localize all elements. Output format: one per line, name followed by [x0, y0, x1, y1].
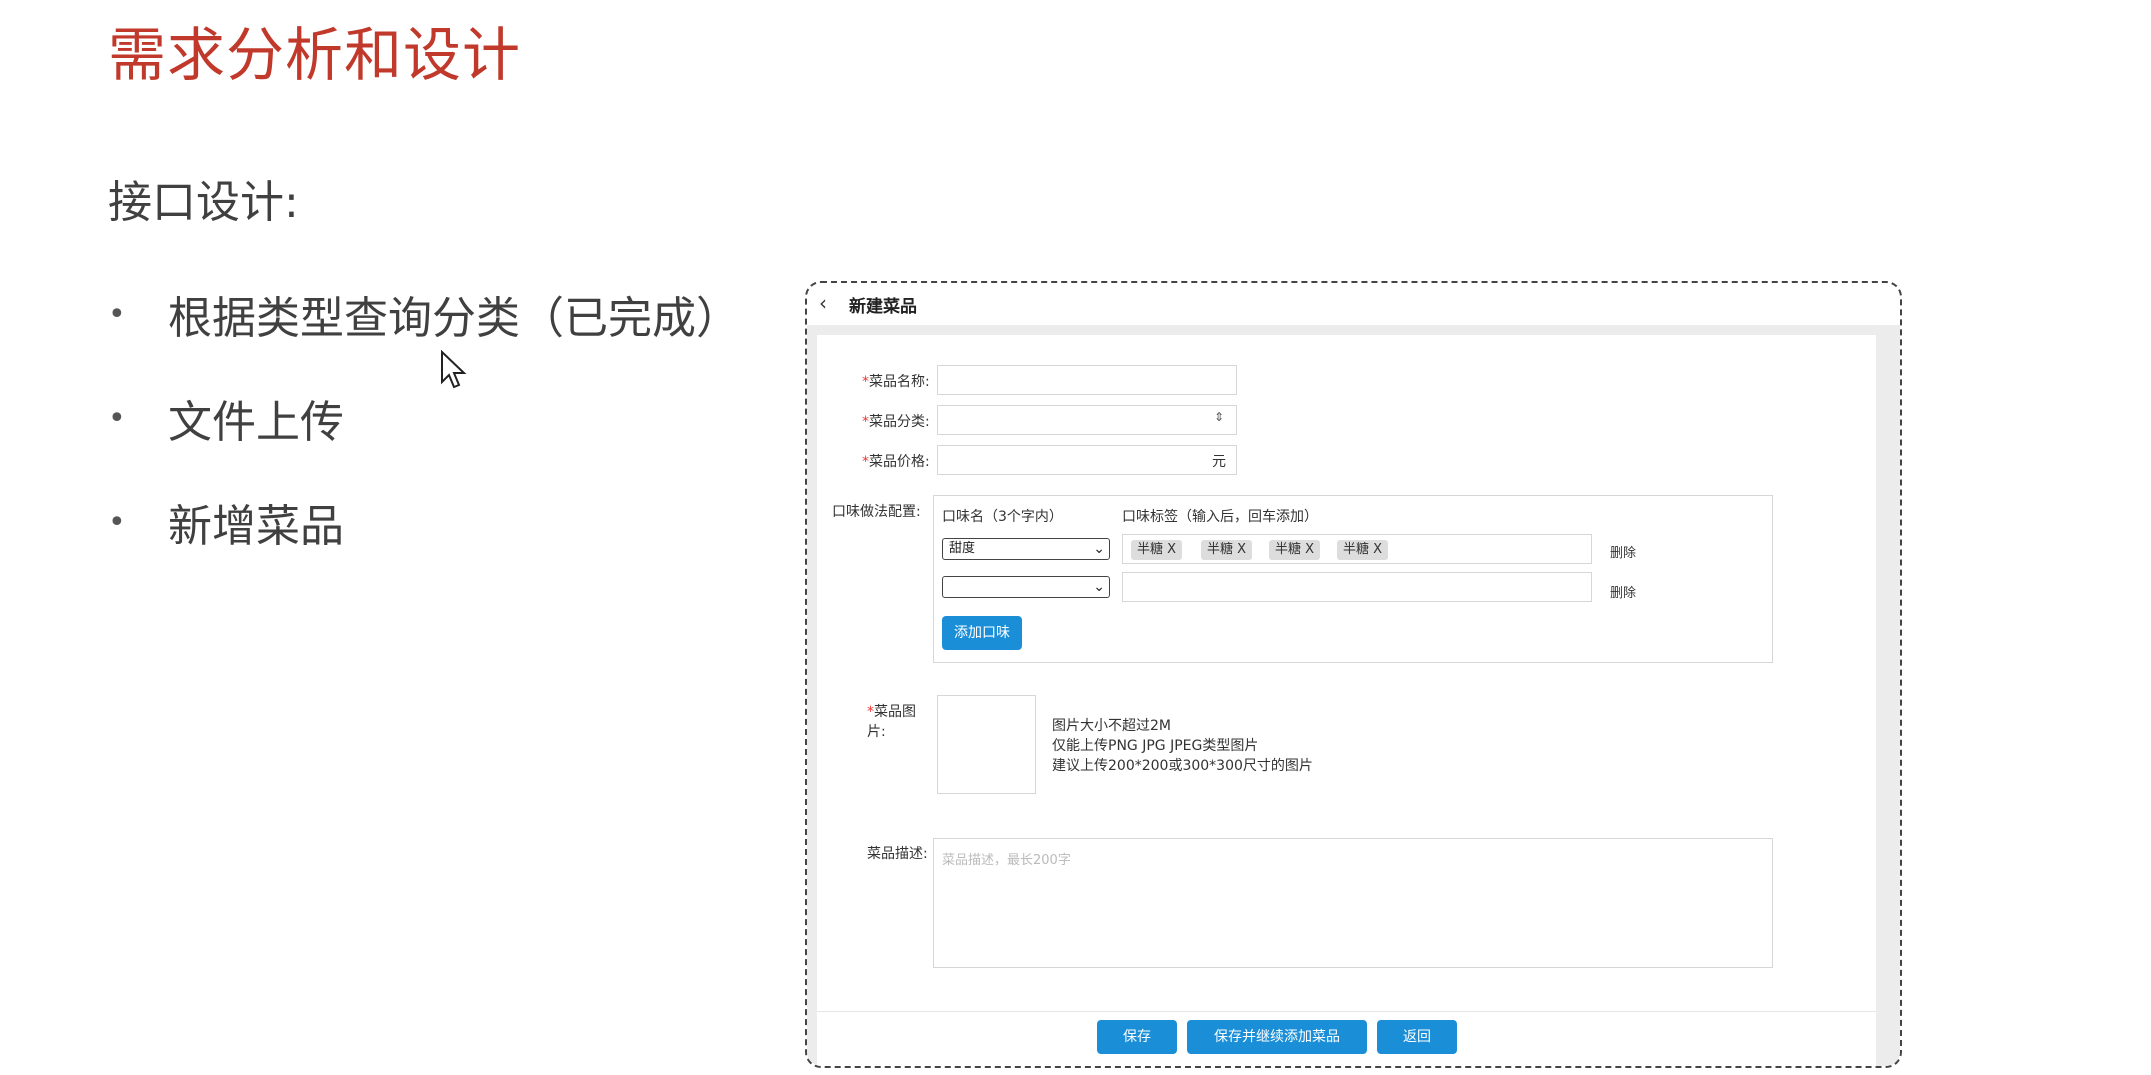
dish-description-label: 菜品描述:	[867, 846, 928, 862]
slide-title: 需求分析和设计	[108, 21, 522, 89]
flavor-tags-input[interactable]	[1122, 572, 1592, 602]
dish-name-input[interactable]	[937, 365, 1237, 395]
image-hint: 图片大小不超过2M	[1052, 718, 1171, 734]
back-button[interactable]: 返回	[1377, 1020, 1457, 1054]
form-header: ‹ 新建菜品	[807, 283, 1900, 325]
bullet-item: • 文件上传	[108, 366, 740, 470]
bullet-text: 文件上传	[168, 397, 344, 448]
image-upload-box[interactable]	[937, 695, 1036, 794]
dish-name-label: *菜品名称:	[862, 374, 930, 390]
flavor-name-select[interactable]: 甜度 ⌄	[942, 538, 1110, 560]
back-chevron-icon[interactable]: ‹	[819, 291, 827, 315]
flavor-tags-input[interactable]: 半糖 X 半糖 X 半糖 X 半糖 X	[1122, 534, 1592, 564]
chevron-down-icon: ⌄	[1093, 579, 1105, 595]
flavor-tag[interactable]: 半糖 X	[1337, 540, 1389, 560]
description-placeholder: 菜品描述，最长200字	[942, 853, 1071, 868]
flavor-name-header: 口味名（3个字内）	[942, 509, 1063, 525]
image-hint: 仅能上传PNG JPG JPEG类型图片	[1052, 738, 1259, 754]
form-page-title: 新建菜品	[849, 297, 917, 317]
flavor-tag[interactable]: 半糖 X	[1131, 540, 1183, 560]
chevron-down-icon: ⌄	[1093, 541, 1105, 557]
section-heading: 接口设计:	[108, 177, 299, 228]
flavor-tag[interactable]: 半糖 X	[1201, 540, 1253, 560]
bullet-dot-icon: •	[108, 400, 126, 436]
price-unit: 元	[1212, 454, 1226, 470]
dish-image-label: *菜品图 片:	[867, 704, 916, 740]
bullet-list: • 根据类型查询分类（已完成） • 文件上传 • 新增菜品	[108, 262, 740, 574]
delete-flavor-link[interactable]: 删除	[1610, 582, 1636, 601]
flavor-config-label: 口味做法配置:	[832, 504, 921, 520]
bullet-item: • 新增菜品	[108, 470, 740, 574]
bullet-text: 根据类型查询分类（已完成）	[168, 293, 740, 344]
add-flavor-button[interactable]: 添加口味	[942, 616, 1022, 650]
mouse-cursor-icon	[441, 350, 467, 389]
save-button[interactable]: 保存	[1097, 1020, 1177, 1054]
bullet-text: 新增菜品	[168, 501, 344, 552]
save-and-continue-button[interactable]: 保存并继续添加菜品	[1187, 1020, 1367, 1054]
flavor-tags-header: 口味标签（输入后，回车添加）	[1122, 509, 1318, 525]
bullet-item: • 根据类型查询分类（已完成）	[108, 262, 740, 366]
bullet-dot-icon: •	[108, 296, 126, 332]
image-hint: 建议上传200*200或300*300尺寸的图片	[1052, 758, 1313, 774]
dish-category-select[interactable]: ⇕	[937, 405, 1237, 435]
footer-divider	[817, 1011, 1876, 1012]
select-arrows-icon: ⇕	[1213, 410, 1224, 424]
dish-price-label: *菜品价格:	[862, 454, 930, 470]
dish-description-textarea[interactable]: 菜品描述，最长200字	[933, 838, 1773, 968]
flavor-config-box: 口味名（3个字内） 口味标签（输入后，回车添加） 甜度 ⌄ 半糖 X 半糖 X 半…	[933, 495, 1773, 663]
bullet-dot-icon: •	[108, 504, 126, 540]
flavor-name-select[interactable]: ⌄	[942, 576, 1110, 598]
delete-flavor-link[interactable]: 删除	[1610, 542, 1636, 561]
flavor-tag[interactable]: 半糖 X	[1269, 540, 1321, 560]
new-dish-form-screenshot: ‹ 新建菜品 *菜品名称: *菜品分类: ⇕ *菜品价格: 元 口味做法配置: …	[805, 281, 1902, 1068]
dish-price-input[interactable]: 元	[937, 445, 1237, 475]
dish-category-label: *菜品分类:	[862, 414, 930, 430]
